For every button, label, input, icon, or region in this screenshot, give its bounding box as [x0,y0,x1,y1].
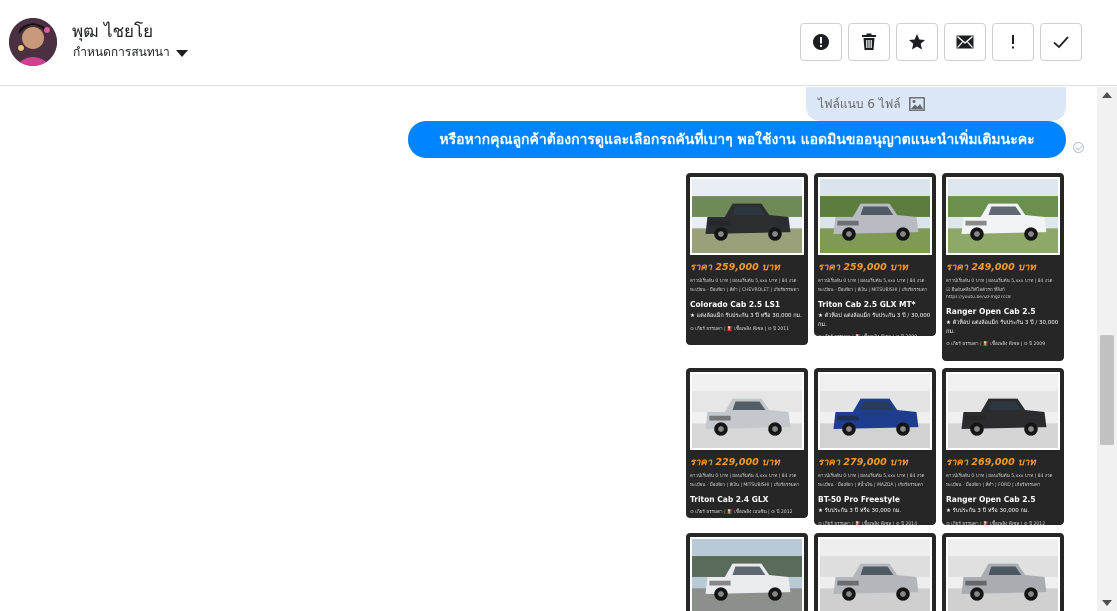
warranty-note: ★ รับประกัน 3 ปี หรือ 30,000 กม. [946,508,1030,514]
pickup-truck-photo [820,179,930,253]
detail-line: ทะเบียน · มือเดียว | สีเงิน | MITSUBISHI… [690,483,800,488]
car-photo [690,372,804,450]
car-listing-card[interactable]: ราคา 279,000 บาทดาวน์เริ่มต้น 0 บาท | ผ่… [814,368,936,525]
car-listing-card[interactable]: ราคา 249,000 บาทดาวน์เริ่มต้น 0 บาท | ผ่… [942,173,1064,361]
message-thread[interactable]: ไฟล์แนบ 6 ไฟล์ หรือหากคุณลูกค้าต้องการดู… [0,87,1097,611]
car-price: ราคา 279,000 บาท [818,457,908,468]
attachment-label: ไฟล์แนบ 6 ไฟล์ [818,96,901,111]
spec-footer: ⊙ เกียร์ ธรรมดา | ⛽ เชื้อเพลิง ดีเซล | ⊙… [946,521,1046,525]
exclamation-icon [1012,35,1014,49]
message-bubble[interactable]: หรือหากคุณลูกค้าต้องการดูและเลือกรถคันที… [408,121,1066,158]
pickup-truck-photo [948,374,1058,448]
car-photo [818,372,932,450]
avatar[interactable] [9,18,57,66]
car-price: ราคา 229,000 บาท [690,457,780,468]
pickup-truck-photo [820,539,930,611]
star-button[interactable] [896,23,938,61]
car-photo [818,537,932,611]
scrollbar[interactable] [1097,87,1117,611]
car-price: ราคา 259,000 บาท [818,262,908,273]
spec-footer: ⊙ เกียร์ ธรรมดา | ⛽ เชื้อเพลิง เบนซิน | … [690,510,793,515]
warranty-note: ★ รับประกัน 3 ปี หรือ 30,000 กม. [818,508,902,514]
car-model: Ranger Open Cab 2.5 [946,495,1036,504]
seen-check-icon [1073,142,1084,153]
car-photo [946,372,1060,450]
video-link: https://youtu.be/iZFmgz7cc8 [946,295,1011,300]
finance-line: ดาวน์เริ่มต้น 0 บาท | ผ่อนเริ่มต้น 5,xxx… [946,279,1053,284]
detail-line: ทะเบียน · มือเดียว | สีเงิน | MITSUBISHI… [818,288,928,293]
car-listing-card[interactable]: ราคา 259,000 บาทดาวน์เริ่มต้น 0 บาท | ผ่… [814,173,936,336]
finance-line: ดาวน์เริ่มต้น 0 บาท | ผ่อนเริ่มต้น 5,xxx… [818,474,925,479]
spec-footer: ⊙ เกียร์ ธรรมดา | ⛽ เชื้อเพลิง ดีเซล | ⊙… [818,334,932,336]
scroll-up-arrow-icon[interactable] [1102,92,1112,98]
spec-footer: ⊙ เกียร์ ธรรมดา | ⛽ เชื้อเพลิง ดีเซล | ⊙… [946,342,1046,348]
trash-icon [862,33,876,50]
detail-line: ทะเบียน · มือเดียว | สีดำ | FORD | เกียร… [946,483,1041,488]
car-model: Triton Cab 2.4 GLX [690,495,769,504]
attachment-bubble[interactable]: ไฟล์แนบ 6 ไฟล์ [806,87,1066,121]
car-listing-card[interactable]: ราคา 259,000 บาทดาวน์เริ่มต้น 0 บาท | ผ่… [686,173,808,345]
car-listing-card[interactable] [686,533,808,611]
pickup-truck-photo [692,539,802,611]
spec-footer: ⊙ เกียร์ ธรรมดา | ⛽ เชื้อเพลิง ดีเซล | ⊙… [690,326,790,332]
detail-line: ทะเบียน · มือเดียว | สีน้ำเงิน | MAZDA |… [818,483,924,488]
car-model: Triton Cab 2.5 GLX MT* [818,300,916,309]
star-icon [909,34,925,50]
spec-footer: ⊙ เกียร์ ธรรมดา | ⛽ เชื้อเพลิง ดีเซล | ⊙… [818,521,918,525]
warranty-note: ★ ตัวท็อป แต่งล้อแม็ก รับประกัน 3 ปี / 3… [818,313,931,328]
detail-line: ☑ ยืนยันคลิปวิดีโอตัวรถ ที่ลิงก์ [946,288,1005,293]
car-photo [946,177,1060,255]
car-listing-card[interactable] [942,533,1064,611]
car-listing-card[interactable]: ราคา 229,000 บาทดาวน์เริ่มต้น 0 บาท | ผ่… [686,368,808,518]
car-model: BT-50 Pro Freestyle [818,495,900,504]
car-photo [946,537,1060,611]
contact-name: พุฒ ไชยโย [72,22,154,42]
pickup-truck-photo [692,374,802,448]
detail-line: ทะเบียน · มือเดียว | สีดำ | CHEVROLET | … [690,288,799,293]
conversation-schedule-dropdown[interactable]: กำหนดการสนทนา [73,43,188,62]
finance-line: ดาวน์เริ่มต้น 0 บาท | ผ่อนเริ่มต้น 4,xxx… [690,474,797,479]
spam-button[interactable] [800,23,842,61]
car-price: ราคา 259,000 บาท [690,262,780,273]
alert-circle-icon [813,34,829,50]
finance-line: ดาวน์เริ่มต้น 0 บาท | ผ่อนเริ่มต้น 5,xxx… [818,279,925,284]
envelope-icon [956,35,974,49]
scroll-down-arrow-icon[interactable] [1102,600,1112,606]
follow-up-button[interactable] [992,23,1034,61]
warranty-note: ★ ตัวท็อป แต่งล้อแม็ก รับประกัน 3 ปี / 3… [946,320,1059,335]
pickup-truck-photo [692,179,802,253]
pickup-truck-photo [948,179,1058,253]
car-photo [690,537,804,611]
delete-button[interactable] [848,23,890,61]
car-listing-card[interactable]: ราคา 269,000 บาทดาวน์เริ่มต้น 0 บาท | ผ่… [942,368,1064,525]
finance-line: ดาวน์เริ่มต้น 0 บาท | ผ่อนเริ่มต้น 5,xxx… [690,279,797,284]
warranty-note: ★ แต่งล้อแม็ก รับประกัน 3 ปี หรือ 30,000… [690,313,802,319]
finance-line: ดาวน์เริ่มต้น 0 บาท | ผ่อนเริ่มต้น 5,xxx… [946,474,1053,479]
caret-down-icon [175,50,188,57]
pickup-truck-photo [820,374,930,448]
check-icon [1053,36,1069,49]
mark-unread-button[interactable] [944,23,986,61]
car-model: Ranger Open Cab 2.5 [946,307,1036,316]
image-icon [908,97,925,111]
car-photo [818,177,932,255]
conversation-schedule-label: กำหนดการสนทนา [73,45,170,59]
pickup-truck-photo [948,539,1058,611]
car-price: ราคา 269,000 บาท [946,457,1036,468]
car-listing-card[interactable] [814,533,936,611]
car-price: ราคา 249,000 บาท [946,262,1036,273]
conversation-header: พุฒ ไชยโย กำหนดการสนทนา [0,0,1117,86]
conversation-toolbar [800,23,1082,61]
scrollbar-thumb[interactable] [1100,335,1114,445]
car-model: Colorado Cab 2.5 LS1 [690,300,781,309]
done-button[interactable] [1040,23,1082,61]
car-photo [690,177,804,255]
